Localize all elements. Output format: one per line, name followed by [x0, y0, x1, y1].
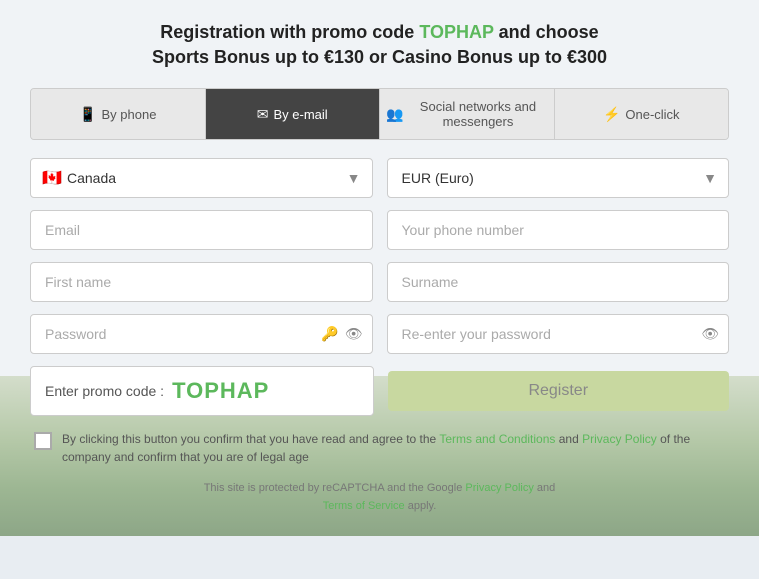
- country-currency-row: 🇨🇦 Canada ▼ EUR (Euro) ▼: [30, 158, 729, 198]
- terms-prefix: By clicking this button you confirm that…: [62, 432, 439, 446]
- email-field-group: [30, 210, 373, 250]
- repassword-input[interactable]: [387, 314, 730, 354]
- tab-email[interactable]: ✉ By e-mail: [206, 89, 381, 139]
- surname-input[interactable]: [387, 262, 730, 302]
- tab-email-label: By e-mail: [274, 107, 328, 122]
- recaptcha-privacy-link[interactable]: Privacy Policy: [465, 482, 533, 494]
- password-field-group: 🔑 👁: [30, 314, 373, 354]
- recaptcha-prefix: This site is protected by reCAPTCHA and …: [204, 482, 466, 494]
- email-phone-row: [30, 210, 729, 250]
- headline-prefix: Registration with promo code: [160, 22, 419, 42]
- register-button[interactable]: Register: [388, 371, 730, 411]
- phone-field-group: [387, 210, 730, 250]
- tab-phone[interactable]: 📱 By phone: [31, 89, 206, 139]
- password-icons: 🔑 👁: [321, 326, 362, 343]
- social-icon: 👥: [386, 106, 403, 123]
- email-icon: ✉: [257, 106, 269, 123]
- currency-field: EUR (Euro) ▼: [387, 158, 730, 198]
- eye-icon[interactable]: 👁: [345, 326, 363, 343]
- firstname-field-group: [30, 262, 373, 302]
- tab-oneclick[interactable]: ⚡ One-click: [555, 89, 729, 139]
- tab-social[interactable]: 👥 Social networks and messengers: [380, 89, 555, 139]
- repassword-eye-icon[interactable]: 👁: [701, 326, 719, 343]
- promo-code-value: TOPHAP: [172, 378, 269, 404]
- recaptcha-middle: and: [534, 482, 555, 494]
- surname-field-group: [387, 262, 730, 302]
- terms-row: By clicking this button you confirm that…: [30, 430, 729, 466]
- password-row: 🔑 👁 👁: [30, 314, 729, 354]
- terms-text: By clicking this button you confirm that…: [62, 430, 725, 466]
- registration-tabs: 📱 By phone ✉ By e-mail 👥 Social networks…: [30, 88, 729, 140]
- promo-code-box: Enter promo code : TOPHAP: [30, 366, 374, 416]
- headline-suffix: and choose: [494, 22, 599, 42]
- headline-line2: Sports Bonus up to €130 or Casino Bonus …: [152, 47, 607, 67]
- phone-input[interactable]: [387, 210, 730, 250]
- promo-register-row: Enter promo code : TOPHAP Register: [30, 366, 729, 416]
- tab-social-label: Social networks and messengers: [408, 99, 547, 129]
- currency-select[interactable]: EUR (Euro): [387, 158, 730, 198]
- recaptcha-suffix: apply.: [405, 500, 437, 512]
- registration-container: Registration with promo code TOPHAP and …: [0, 0, 759, 536]
- headline: Registration with promo code TOPHAP and …: [30, 20, 729, 70]
- privacy-policy-link[interactable]: Privacy Policy: [582, 432, 657, 446]
- terms-checkbox[interactable]: [34, 432, 52, 450]
- repassword-icons: 👁: [701, 326, 719, 343]
- phone-icon: 📱: [79, 106, 96, 123]
- headline-promo: TOPHAP: [419, 22, 493, 42]
- oneclick-icon: ⚡: [603, 106, 620, 123]
- country-select[interactable]: Canada: [30, 158, 373, 198]
- tab-phone-label: By phone: [102, 107, 157, 122]
- recaptcha-section: This site is protected by reCAPTCHA and …: [30, 480, 729, 515]
- country-field: 🇨🇦 Canada ▼: [30, 158, 373, 198]
- terms-conditions-link[interactable]: Terms and Conditions: [439, 432, 555, 446]
- terms-middle: and: [555, 432, 582, 446]
- key-icon[interactable]: 🔑: [321, 326, 338, 343]
- promo-label: Enter promo code :: [45, 383, 164, 399]
- recaptcha-terms-link[interactable]: Terms of Service: [323, 500, 405, 512]
- firstname-input[interactable]: [30, 262, 373, 302]
- repassword-field-group: 👁: [387, 314, 730, 354]
- email-input[interactable]: [30, 210, 373, 250]
- name-row: [30, 262, 729, 302]
- tab-oneclick-label: One-click: [625, 107, 679, 122]
